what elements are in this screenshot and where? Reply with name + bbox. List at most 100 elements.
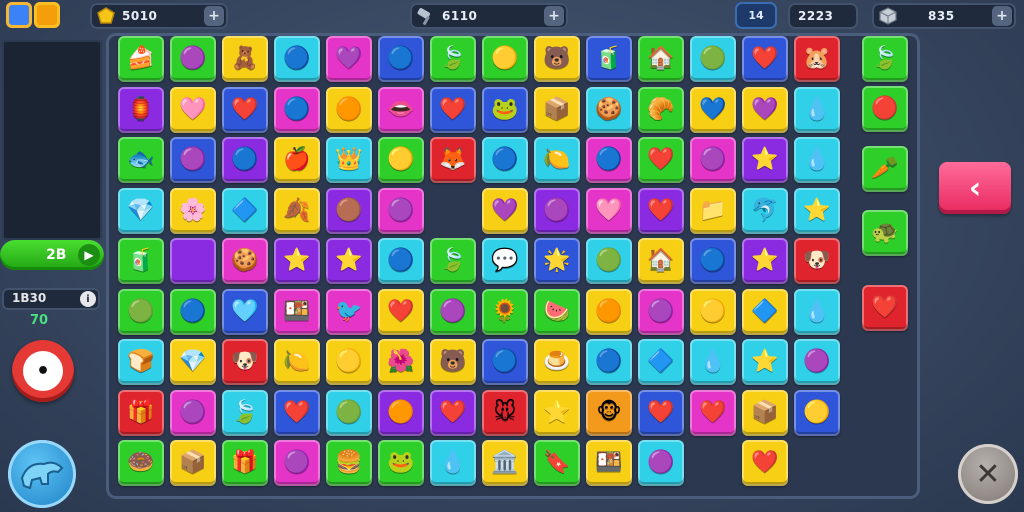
tile-yellow[interactable]: 🟠 bbox=[326, 86, 372, 133]
side-tile-green[interactable]: 🐢 bbox=[862, 210, 908, 256]
tile-yellow[interactable]: 💙 bbox=[690, 86, 736, 133]
tile-red[interactable]: 🎁 bbox=[118, 389, 164, 436]
tile-cyan[interactable]: 💬 bbox=[482, 238, 528, 284]
tile-blue[interactable]: ❤️ bbox=[638, 389, 684, 436]
tile-cyan[interactable]: ⭐ bbox=[742, 339, 788, 385]
tile-yellow[interactable]: 🍱 bbox=[586, 440, 632, 486]
tile-orange[interactable]: 🐵 bbox=[586, 389, 632, 436]
mascot-avatar[interactable] bbox=[8, 440, 76, 508]
tile-magenta[interactable]: 👄 bbox=[378, 86, 424, 133]
tile-red[interactable]: 🦊 bbox=[430, 137, 476, 183]
tile-yellow[interactable]: 💎 bbox=[170, 339, 216, 385]
tile-red[interactable]: 🐹 bbox=[794, 36, 840, 82]
tile-cyan[interactable]: 🟢 bbox=[326, 389, 372, 436]
tile-magenta[interactable]: 🩷 bbox=[586, 187, 632, 234]
tile-purple[interactable]: ⭐ bbox=[326, 238, 372, 284]
tile-green[interactable]: 🌻 bbox=[482, 288, 528, 335]
tile-green[interactable]: 🐟 bbox=[118, 137, 164, 183]
tile-cyan[interactable]: 🟢 bbox=[690, 36, 736, 82]
tile-red[interactable]: 🐶 bbox=[222, 339, 268, 385]
info-icon[interactable]: i bbox=[80, 291, 96, 307]
tile-green[interactable]: 🧃 bbox=[118, 238, 164, 284]
tile-yellow[interactable]: 🍮 bbox=[534, 339, 580, 385]
tile-yellow[interactable]: 🌸 bbox=[170, 187, 216, 234]
tile-magenta[interactable]: 🟣 bbox=[378, 187, 424, 234]
add-coins-button[interactable]: + bbox=[204, 6, 224, 26]
add-tools-button[interactable]: + bbox=[544, 6, 564, 26]
tile-green[interactable]: 🟣 bbox=[170, 36, 216, 82]
tile-purple[interactable]: ⭐ bbox=[274, 238, 320, 284]
tile-cyan[interactable]: 🐬 bbox=[742, 187, 788, 234]
tile-yellow[interactable]: 🟡 bbox=[690, 288, 736, 335]
back-button[interactable]: ‹ bbox=[939, 162, 1011, 214]
tile-green[interactable]: 🍉 bbox=[534, 288, 580, 335]
tile-green[interactable]: 🍃 bbox=[430, 238, 476, 284]
side-tile-green[interactable]: 🍃 bbox=[862, 36, 908, 82]
tile-blue[interactable]: 🌟 bbox=[534, 238, 580, 284]
tile-magenta[interactable]: 🐦 bbox=[326, 288, 372, 335]
tile-blue[interactable]: ❤️ bbox=[274, 389, 320, 436]
tile-green[interactable]: ❤️ bbox=[638, 137, 684, 183]
tile-yellow[interactable]: 🩷 bbox=[170, 86, 216, 133]
tile-purple[interactable]: ⭐ bbox=[742, 238, 788, 284]
tile-magenta[interactable]: ❤️ bbox=[690, 389, 736, 436]
side-tile-green[interactable]: 🥕 bbox=[862, 146, 908, 192]
tile-cyan[interactable]: 💧 bbox=[794, 137, 840, 183]
tile-cyan[interactable]: 💧 bbox=[794, 86, 840, 133]
tile-magenta[interactable]: 🟣 bbox=[690, 137, 736, 183]
tile-cyan[interactable]: 💎 bbox=[118, 187, 164, 234]
tile-yellow[interactable]: 🍋 bbox=[274, 339, 320, 385]
tile-yellow[interactable]: 🐻 bbox=[430, 339, 476, 385]
tile-yellow[interactable]: 💜 bbox=[742, 86, 788, 133]
tile-cyan[interactable]: 👑 bbox=[326, 137, 372, 183]
tile-cyan[interactable]: 🔵 bbox=[378, 238, 424, 284]
tile-red[interactable]: 🐶 bbox=[794, 238, 840, 284]
tile-blue[interactable]: 🟣 bbox=[170, 137, 216, 183]
tile-blue[interactable]: ❤️ bbox=[430, 86, 476, 133]
tile-green[interactable]: 🍃 bbox=[430, 36, 476, 82]
tile-blue[interactable]: 🩵 bbox=[222, 288, 268, 335]
tile-blue[interactable]: 🔵 bbox=[690, 238, 736, 284]
tile-yellow[interactable]: 🔷 bbox=[742, 288, 788, 335]
tile-blue[interactable]: 🔵 bbox=[482, 339, 528, 385]
tile-magenta[interactable]: 🔵 bbox=[586, 137, 632, 183]
tile-cyan[interactable]: 🔵 bbox=[586, 339, 632, 385]
tile-green[interactable]: 🏠 bbox=[638, 36, 684, 82]
tile-purple[interactable]: ⭐ bbox=[742, 137, 788, 183]
tile-purple[interactable]: ❤️ bbox=[638, 187, 684, 234]
tile-cyan[interactable]: 🍃 bbox=[222, 389, 268, 436]
tile-yellow[interactable]: ❤️ bbox=[378, 288, 424, 335]
tile-cyan[interactable]: 🍪 bbox=[586, 86, 632, 133]
tile-yellow[interactable]: 🌺 bbox=[378, 339, 424, 385]
tile-green[interactable]: 🔵 bbox=[170, 288, 216, 335]
tile-yellow[interactable]: 📦 bbox=[170, 440, 216, 486]
tile-cyan[interactable]: 🍞 bbox=[118, 339, 164, 385]
tile-green[interactable]: 🟢 bbox=[118, 288, 164, 335]
tile-yellow[interactable]: 📦 bbox=[534, 86, 580, 133]
tile-purple[interactable]: 🔵 bbox=[222, 137, 268, 183]
tile-green[interactable]: 🍩 bbox=[118, 440, 164, 486]
tile-blue[interactable]: 🟡 bbox=[794, 389, 840, 436]
tile-green[interactable]: 🟡 bbox=[482, 36, 528, 82]
tile-green[interactable]: 🍰 bbox=[118, 36, 164, 82]
tile-purple[interactable]: 🟣 bbox=[534, 187, 580, 234]
level-badge[interactable]: 14 bbox=[735, 2, 777, 29]
play-arrow-icon[interactable]: ▶ bbox=[78, 244, 100, 266]
tile-magenta[interactable]: 🟣 bbox=[638, 288, 684, 335]
tile-purple[interactable]: 🟠 bbox=[378, 389, 424, 436]
tile-magenta[interactable]: 💜 bbox=[326, 36, 372, 82]
tile-blue[interactable]: ❤️ bbox=[742, 36, 788, 82]
tile-blue[interactable]: 🐸 bbox=[482, 86, 528, 133]
tile-yellow[interactable]: 🟠 bbox=[586, 288, 632, 335]
tile-green[interactable]: 🟡 bbox=[378, 137, 424, 183]
tile-cyan[interactable]: 💧 bbox=[794, 288, 840, 335]
tile-green[interactable]: 🥐 bbox=[638, 86, 684, 133]
add-gems-button[interactable]: + bbox=[992, 6, 1012, 26]
tile-yellow[interactable]: 📁 bbox=[690, 187, 736, 234]
tile-yellow[interactable]: 🐻 bbox=[534, 36, 580, 82]
tile-magenta[interactable]: 🔵 bbox=[274, 86, 320, 133]
tile-yellow[interactable]: 💜 bbox=[482, 187, 528, 234]
tile-cyan[interactable]: 🔵 bbox=[274, 36, 320, 82]
tile-yellow[interactable]: 🍎 bbox=[274, 137, 320, 183]
tile-cyan[interactable]: 🔷 bbox=[222, 187, 268, 234]
